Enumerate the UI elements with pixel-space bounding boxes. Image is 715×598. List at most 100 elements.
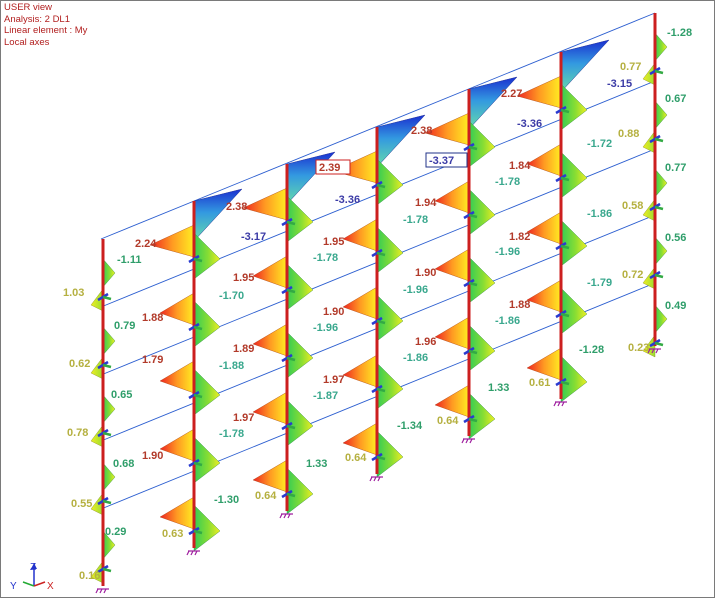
x-axis-line [33,581,46,587]
moment-value-label: 1.94 [415,197,437,209]
moment-value-label: -3.37 [429,155,454,167]
moment-value-label: 1.33 [488,382,509,394]
floor-hogging-diagram [252,459,288,493]
moment-value-label: 1.88 [142,312,163,324]
roof-moment-diagram [560,39,610,93]
edge-column-diagram [90,424,104,448]
edge-column-diagram [90,288,104,312]
support-symbol [553,401,567,407]
moment-value-label: 0.77 [665,162,686,174]
moment-value-label: 1.97 [233,412,254,424]
moment-value-label: 1.97 [323,374,344,386]
z-axis-label: Z [30,562,36,573]
moment-value-label: 0.49 [665,300,686,312]
moment-value-label: 1.89 [233,343,254,355]
floor-hogging-diagram [434,316,470,350]
moment-value-label: -1.88 [219,360,244,372]
element-result-label: Linear element : My [4,25,88,36]
moment-value-label: 0.64 [345,452,367,464]
floor-hogging-diagram [342,286,378,320]
moment-value-label: 1.95 [323,236,344,248]
moment-value-label: -1.86 [495,315,520,327]
moment-value-label: -3.17 [241,231,266,243]
moment-value-label: -3.36 [517,118,542,130]
moment-value-label: 0.58 [622,200,643,212]
moment-value-label: -1.78 [403,214,428,226]
moment-value-label: -1.86 [403,352,428,364]
roof-moment-diagram [376,114,426,168]
moment-value-label: 2.24 [135,238,157,250]
moment-value-label: 2.39 [319,162,340,174]
moment-value-label: 0.67 [665,93,686,105]
moment-value-label: 0.88 [618,128,639,140]
moment-value-label: -3.36 [335,194,360,206]
moment-value-label: -1.11 [117,254,141,266]
moment-value-label: 1.90 [415,267,436,279]
moment-value-label: -1.70 [219,290,244,302]
floor-hogging-diagram [526,279,562,313]
moment-value-label: 0.64 [437,415,459,427]
moment-value-label: 0.72 [622,269,643,281]
floor-hogging-diagram [434,248,470,282]
axes-mode-label: Local axes [4,36,50,48]
axis-triad: Z X Y [10,562,54,592]
moment-value-label: -1.30 [214,494,239,506]
moment-value-label: -1.96 [495,246,520,258]
edge-column-diagram [642,62,656,86]
edge-column-diagram [642,198,656,222]
floor-hogging-diagram [526,347,562,381]
moment-value-label: 2.38 [226,201,247,213]
support-symbol [279,513,293,519]
moment-value-label: 1.96 [415,336,436,348]
moment-value-label: 0.23 [628,342,649,354]
floor-hogging-diagram [342,422,378,456]
roof-moment-diagram [193,188,243,242]
floor-hogging-diagram [159,292,195,326]
moment-value-label: 1.03 [63,287,84,299]
roof-moment-diagram [468,76,518,130]
view-mode-label: USER view [4,2,53,13]
moment-value-label: 0.78 [67,427,88,439]
floor-hogging-diagram [526,143,562,177]
y-axis-line [22,581,35,587]
structure-3d-viewport[interactable]: USER view Analysis: 2 DL1 Linear element… [0,0,715,598]
edge-column-diagram [642,130,656,154]
edge-column-diagram [654,100,668,130]
moment-value-label: -3.15 [607,78,632,90]
moment-value-label: 2.38 [411,125,432,137]
floor-hogging-diagram [526,211,562,245]
moment-value-label: -1.87 [313,390,338,402]
moment-value-label: 1.82 [509,231,530,243]
floor-hogging-diagram [159,360,195,394]
moment-value-label: -1.34 [397,420,423,432]
moment-value-label: 0.62 [69,358,90,370]
moment-value-label: -1.79 [587,277,612,289]
moment-value-label: 0.64 [255,490,277,502]
moment-value-label: 0.65 [111,389,132,401]
edge-column-diagram [642,266,656,290]
floor-hogging-diagram [434,180,470,214]
x-axis-label: X [47,581,54,592]
moment-value-label: 1.90 [323,306,344,318]
support-symbol [369,476,383,482]
floor-hogging-diagram [252,391,288,425]
analysis-label: Analysis: 2 DL1 [4,13,71,25]
support-symbol [461,438,475,444]
moment-value-label: 1.33 [306,458,327,470]
moment-value-label: -1.78 [495,176,520,188]
moment-value-label: -1.96 [313,322,338,334]
moment-value-label: 0.63 [162,528,183,540]
moment-value-label: 0.55 [71,498,92,510]
floor-hogging-diagram [159,496,195,530]
moment-value-label: 1.95 [233,272,254,284]
floor-hogging-diagram [342,218,378,252]
floor-hogging-diagram [434,384,470,418]
moment-value-label: 1.79 [142,354,163,366]
support-symbol [186,550,200,556]
edge-column-diagram [90,356,104,380]
moment-value-label: -1.28 [667,27,692,39]
y-axis-label: Y [10,581,17,592]
frame-model-view[interactable]: 0.16 0.29 0.55 0.68 0.78 0.65 0.62 0.79 1.03 -1.1… [1,1,714,597]
moment-value-label: -1.86 [587,208,612,220]
moment-value-label: -1.72 [587,138,612,150]
